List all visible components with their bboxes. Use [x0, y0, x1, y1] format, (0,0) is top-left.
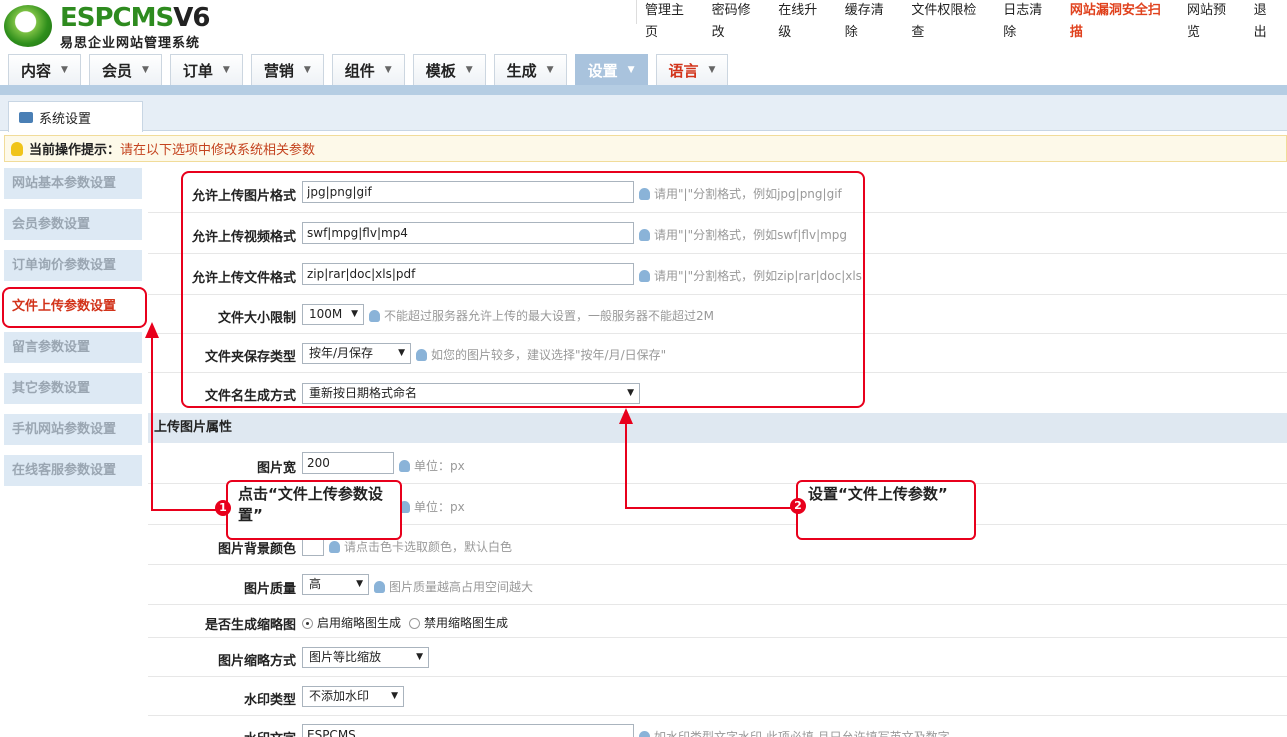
- nav-underbar: [0, 85, 1287, 95]
- nav-tab-marketing[interactable]: 营销 ▼: [250, 54, 324, 85]
- chevron-down-icon: ▼: [61, 65, 68, 75]
- highlight-sidebar-upload: [2, 287, 147, 328]
- dropdown-arrow-icon: ▼: [416, 652, 423, 662]
- quality-select[interactable]: 高 ▼: [302, 574, 369, 595]
- tab-system-settings[interactable]: 系统设置: [8, 101, 143, 132]
- step-1-badge: 1: [215, 500, 231, 516]
- sidebar-item-basic[interactable]: 网站基本参数设置: [4, 168, 142, 199]
- nav-tab-templates[interactable]: 模板 ▼: [412, 54, 486, 85]
- form-row-quality: 图片质量 高 ▼ 图片质量越高占用空间越大: [148, 565, 1287, 605]
- step-2-badge: 2: [790, 498, 806, 514]
- top-link-clear-log[interactable]: 日志清除: [995, 0, 1062, 40]
- nav-tab-members[interactable]: 会员 ▼: [88, 54, 162, 85]
- sidebar-item-messages[interactable]: 留言参数设置: [4, 332, 142, 363]
- form-row-watermark-type: 水印类型 不添加水印 ▼: [148, 677, 1287, 716]
- monitor-icon: [19, 111, 33, 123]
- logo-text: ESPCMSV6: [60, 3, 210, 33]
- form-row-watermark-text: 水印文字 如水印类型文字水印,此项必填,且只允许填写英文及数字: [148, 716, 1287, 737]
- chevron-down-icon: ▼: [465, 65, 473, 75]
- chevron-down-icon: ▼: [222, 65, 230, 75]
- top-link-clear-cache[interactable]: 缓存清除: [837, 0, 904, 40]
- watermark-text-input[interactable]: [302, 724, 634, 737]
- thumb-enable-radio[interactable]: [302, 618, 313, 629]
- nav-tab-content[interactable]: 内容 ▼: [8, 54, 81, 85]
- watermark-type-select[interactable]: 不添加水印 ▼: [302, 686, 404, 707]
- thumb-disable-radio[interactable]: [409, 618, 421, 629]
- nav-tab-orders[interactable]: 订单 ▼: [169, 54, 243, 85]
- logo[interactable]: ESPCMSV6 易思企业网站管理系统: [4, 3, 219, 51]
- logo-subtitle: 易思企业网站管理系统: [60, 36, 201, 51]
- top-link-password[interactable]: 密码修改: [704, 0, 771, 40]
- chevron-down-icon: ▼: [303, 65, 311, 75]
- top-link-security-scan[interactable]: 网站漏洞安全扫描: [1062, 0, 1179, 40]
- nav-tab-language[interactable]: 语言 ▼: [655, 54, 729, 85]
- chevron-down-icon: ▼: [141, 65, 149, 75]
- top-link-logout[interactable]: 退出: [1246, 0, 1287, 40]
- sidebar-item-orders[interactable]: 订单询价参数设置: [4, 250, 142, 281]
- hint-bulb-icon: [329, 540, 340, 553]
- hint-bulb-icon: [399, 459, 410, 472]
- highlight-upload-settings: [181, 171, 865, 408]
- top-link-preview[interactable]: 网站预览: [1179, 0, 1246, 40]
- sidebar-item-service[interactable]: 在线客服参数设置: [4, 455, 142, 486]
- form-row-thumbnail: 是否生成缩略图 启用缩略图生成 禁用缩略图生成: [148, 605, 1287, 638]
- thumb-mode-select[interactable]: 图片等比缩放 ▼: [302, 647, 429, 668]
- hint-bulb-icon: [639, 730, 650, 737]
- image-width-input[interactable]: [302, 452, 394, 474]
- form-row-thumb-mode: 图片缩略方式 图片等比缩放 ▼: [148, 638, 1287, 677]
- main-nav: 内容 ▼ 会员 ▼ 订单 ▼ 营销 ▼ 组件 ▼ 模板 ▼ 生成 ▼ 设置 ▼ 语言 ▼: [8, 54, 736, 85]
- dropdown-arrow-icon: ▼: [391, 691, 398, 701]
- nav-tab-components[interactable]: 组件 ▼: [331, 54, 405, 85]
- sub-tab-bar: [0, 95, 1287, 131]
- operation-tip: 当前操作提示： 请在以下选项中修改系统相关参数: [4, 135, 1287, 162]
- dropdown-arrow-icon: ▼: [356, 579, 363, 589]
- chevron-down-icon: ▼: [627, 65, 635, 75]
- nav-tab-settings[interactable]: 设置 ▼: [574, 54, 648, 85]
- app-window: ESPCMSV6 易思企业网站管理系统 管理主页 密码修改 在线升级 缓存清除 …: [0, 0, 1287, 737]
- section-image-properties: 上传图片属性: [148, 413, 1287, 443]
- chevron-down-icon: ▼: [546, 65, 554, 75]
- logo-emblem-icon: [4, 5, 52, 47]
- top-link-file-permission[interactable]: 文件权限检查: [903, 0, 995, 40]
- callout-step-2: 设置“文件上传参数”: [796, 480, 976, 540]
- hint-bulb-icon: [374, 580, 385, 593]
- chevron-down-icon: ▼: [384, 65, 392, 75]
- top-links: 管理主页 密码修改 在线升级 缓存清除 文件权限检查 日志清除 网站漏洞安全扫描…: [636, 0, 1287, 40]
- sidebar-item-members[interactable]: 会员参数设置: [4, 209, 142, 240]
- lightbulb-icon: [11, 141, 23, 156]
- nav-tab-generate[interactable]: 生成 ▼: [493, 54, 567, 85]
- form-row-image-width: 图片宽 单位：px: [148, 443, 1287, 484]
- callout-step-1: 点击“文件上传参数设置”: [226, 480, 402, 540]
- top-link-upgrade[interactable]: 在线升级: [770, 0, 837, 40]
- settings-sidebar: 网站基本参数设置 会员参数设置 订单询价参数设置 文件上传参数设置 留言参数设置…: [0, 165, 145, 737]
- sidebar-item-mobile[interactable]: 手机网站参数设置: [4, 414, 142, 445]
- chevron-down-icon: ▼: [708, 65, 716, 75]
- top-link-home[interactable]: 管理主页: [637, 0, 704, 40]
- sidebar-item-other[interactable]: 其它参数设置: [4, 373, 142, 404]
